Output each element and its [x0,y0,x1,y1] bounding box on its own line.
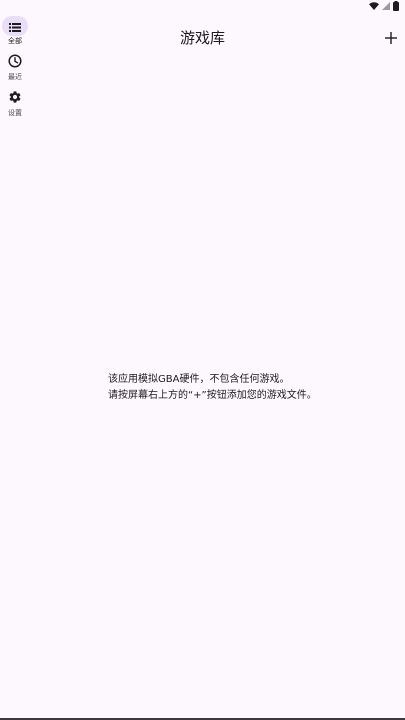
nav-item-label: 最近 [8,73,22,81]
nav-item-label: 设置 [8,109,22,117]
nav-icon-container [2,52,28,72]
signal-icon [382,2,390,10]
empty-state-line: 请按屏幕右上方的“+”按钮添加您的游戏文件。 [108,390,317,401]
nav-item-recent[interactable]: 最近 [2,52,28,82]
nav-item-settings[interactable]: 设置 [2,88,28,118]
wifi-icon [369,2,379,10]
nav-icon-container [2,88,28,108]
gear-icon [8,89,22,108]
status-icons [369,1,399,11]
page-title: 游戏库 [179,29,225,47]
plus-icon [385,29,397,48]
top-app-bar: 游戏库 [30,24,405,52]
clock-icon [8,53,22,72]
empty-state-message: 该应用模拟GBA硬件，不包含任何游戏。 请按屏幕右上方的“+”按钮添加您的游戏文… [108,372,317,404]
add-game-button[interactable] [381,28,401,48]
status-bar [0,0,405,14]
battery-icon [393,1,399,11]
empty-state-line: 该应用模拟GBA硬件，不包含任何游戏。 [108,374,290,385]
